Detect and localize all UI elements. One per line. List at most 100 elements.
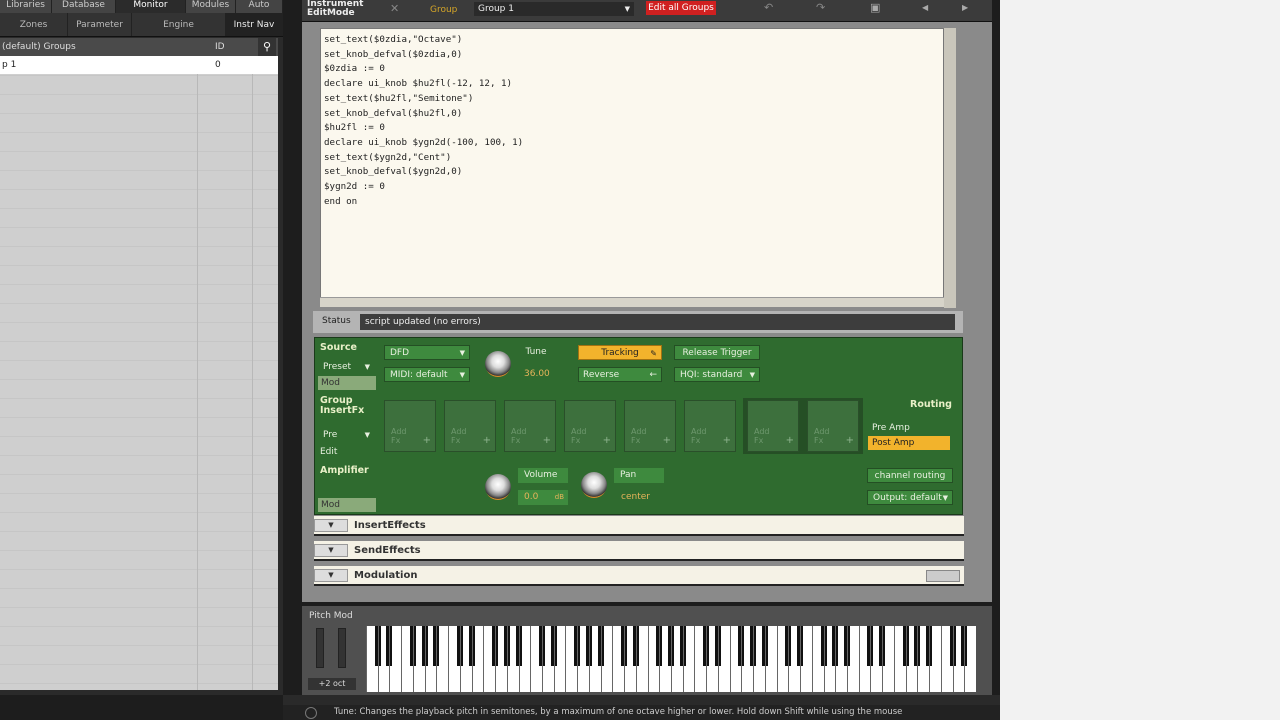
white-key[interactable] (706, 626, 708, 692)
white-key[interactable] (377, 626, 379, 692)
white-key[interactable] (424, 626, 426, 692)
output-dropdown[interactable]: Output: default ▼ (867, 490, 953, 505)
expand-triangle-icon[interactable]: ▼ (314, 519, 348, 532)
tab-monitor[interactable]: Monitor (116, 0, 186, 13)
tab-modules[interactable]: Modules (186, 0, 236, 13)
expand-triangle-icon[interactable]: ▼ (314, 569, 348, 582)
save-icon[interactable]: ▣ (870, 1, 880, 14)
edit-all-groups-button[interactable]: Edit all Groups (646, 1, 716, 15)
white-key[interactable] (647, 626, 649, 692)
reverse-button[interactable]: Reverse ← (578, 367, 662, 382)
subtab-parameter[interactable]: Parameter (68, 13, 132, 36)
fx-slot[interactable]: Add Fx + (384, 400, 436, 452)
release-trigger-button[interactable]: Release Trigger (674, 345, 760, 360)
octave-shift[interactable]: +2 oct (308, 678, 356, 690)
white-key[interactable] (565, 626, 567, 692)
tab-database[interactable]: Database (52, 0, 116, 13)
tune-knob[interactable] (485, 351, 511, 377)
white-key[interactable] (659, 626, 661, 692)
white-key[interactable] (401, 626, 403, 692)
white-key[interactable] (612, 626, 614, 692)
pan-value[interactable]: center (621, 492, 650, 502)
tune-value[interactable]: 36.00 (524, 369, 550, 379)
white-key[interactable] (389, 626, 391, 692)
white-key[interactable] (835, 626, 837, 692)
white-key[interactable] (929, 626, 931, 692)
undo-icon[interactable]: ↶ (764, 1, 773, 14)
tab-libraries[interactable]: Libraries (0, 0, 52, 13)
white-key[interactable] (964, 626, 966, 692)
preset-dropdown[interactable]: Preset ▼ (318, 360, 374, 375)
volume-knob[interactable] (485, 474, 511, 500)
white-key[interactable] (870, 626, 872, 692)
volume-field[interactable]: 0.0 dB (518, 490, 568, 505)
next-icon[interactable]: ▶ (962, 3, 968, 12)
list-item[interactable]: p 1 0 (0, 56, 278, 74)
search-icon[interactable]: ⚲ (258, 38, 276, 56)
fx-slot[interactable]: Add Fx + (564, 400, 616, 452)
editor-hscrollbar[interactable] (320, 297, 944, 307)
white-key[interactable] (506, 626, 508, 692)
piano-keyboard[interactable] (366, 626, 976, 692)
white-key[interactable] (811, 626, 813, 692)
white-key[interactable] (741, 626, 743, 692)
insert-effects-section[interactable]: ▼ InsertEffects (314, 516, 964, 536)
mod-wheel[interactable] (338, 628, 346, 668)
prev-icon[interactable]: ◀ (922, 3, 928, 12)
white-key[interactable] (495, 626, 497, 692)
subtab-zones[interactable]: Zones (0, 13, 68, 36)
white-key[interactable] (764, 626, 766, 692)
fx-slot[interactable]: Add Fx + (444, 400, 496, 452)
white-key[interactable] (671, 626, 672, 692)
white-key[interactable] (905, 626, 907, 692)
white-key[interactable] (788, 626, 790, 692)
subtab-engine[interactable]: Engine (132, 13, 226, 36)
expand-triangle-icon[interactable]: ▼ (314, 544, 348, 557)
white-key[interactable] (694, 626, 696, 692)
post-amp-button[interactable]: Post Amp (868, 436, 950, 450)
white-key[interactable] (882, 626, 884, 692)
pre-dropdown[interactable]: Pre ▼ (318, 428, 374, 443)
white-key[interactable] (600, 626, 602, 692)
white-key[interactable] (776, 626, 778, 692)
fx-slot[interactable]: Add Fx + (624, 400, 676, 452)
midi-dropdown[interactable]: MIDI: default ▼ (384, 367, 470, 382)
amp-mod-button[interactable]: Mod (318, 498, 376, 512)
editor-scrollbar[interactable] (944, 28, 956, 308)
white-key[interactable] (577, 626, 579, 692)
white-key[interactable] (483, 626, 485, 692)
white-key[interactable] (412, 626, 414, 692)
white-key[interactable] (553, 626, 555, 692)
white-key[interactable] (635, 626, 637, 692)
channel-routing-button[interactable]: channel routing (867, 468, 953, 483)
tab-auto[interactable]: Auto (236, 0, 283, 13)
white-key[interactable] (541, 626, 543, 692)
white-key[interactable] (917, 626, 919, 692)
redo-icon[interactable]: ↷ (816, 1, 825, 14)
white-key[interactable] (729, 626, 731, 692)
white-key[interactable] (682, 626, 684, 692)
white-key[interactable] (846, 626, 848, 692)
subtab-instr-nav[interactable]: Instr Nav (226, 13, 283, 36)
white-key[interactable] (893, 626, 895, 692)
hqi-dropdown[interactable]: HQI: standard ▼ (674, 367, 760, 382)
script-editor[interactable]: set_text($0zdia,"Octave") set_knob_defva… (320, 28, 944, 298)
dfd-dropdown[interactable]: DFD ▼ (384, 345, 470, 360)
modulation-section[interactable]: ▼ Modulation (314, 566, 964, 586)
white-key[interactable] (518, 626, 520, 692)
source-mod-button[interactable]: Mod (318, 376, 376, 390)
white-key[interactable] (823, 626, 825, 692)
close-icon[interactable]: ✕ (390, 2, 399, 15)
white-key[interactable] (588, 626, 590, 692)
pre-amp-button[interactable]: Pre Amp (868, 421, 950, 435)
fx-slot[interactable]: Add Fx + (684, 400, 736, 452)
white-key[interactable] (448, 626, 450, 692)
white-key[interactable] (366, 626, 367, 692)
white-key[interactable] (624, 626, 626, 692)
white-key[interactable] (800, 626, 802, 692)
white-key[interactable] (858, 626, 860, 692)
white-key[interactable] (940, 626, 942, 692)
fx-slot[interactable]: Add Fx + (747, 400, 799, 452)
pan-knob[interactable] (581, 472, 607, 498)
white-key[interactable] (459, 626, 461, 692)
